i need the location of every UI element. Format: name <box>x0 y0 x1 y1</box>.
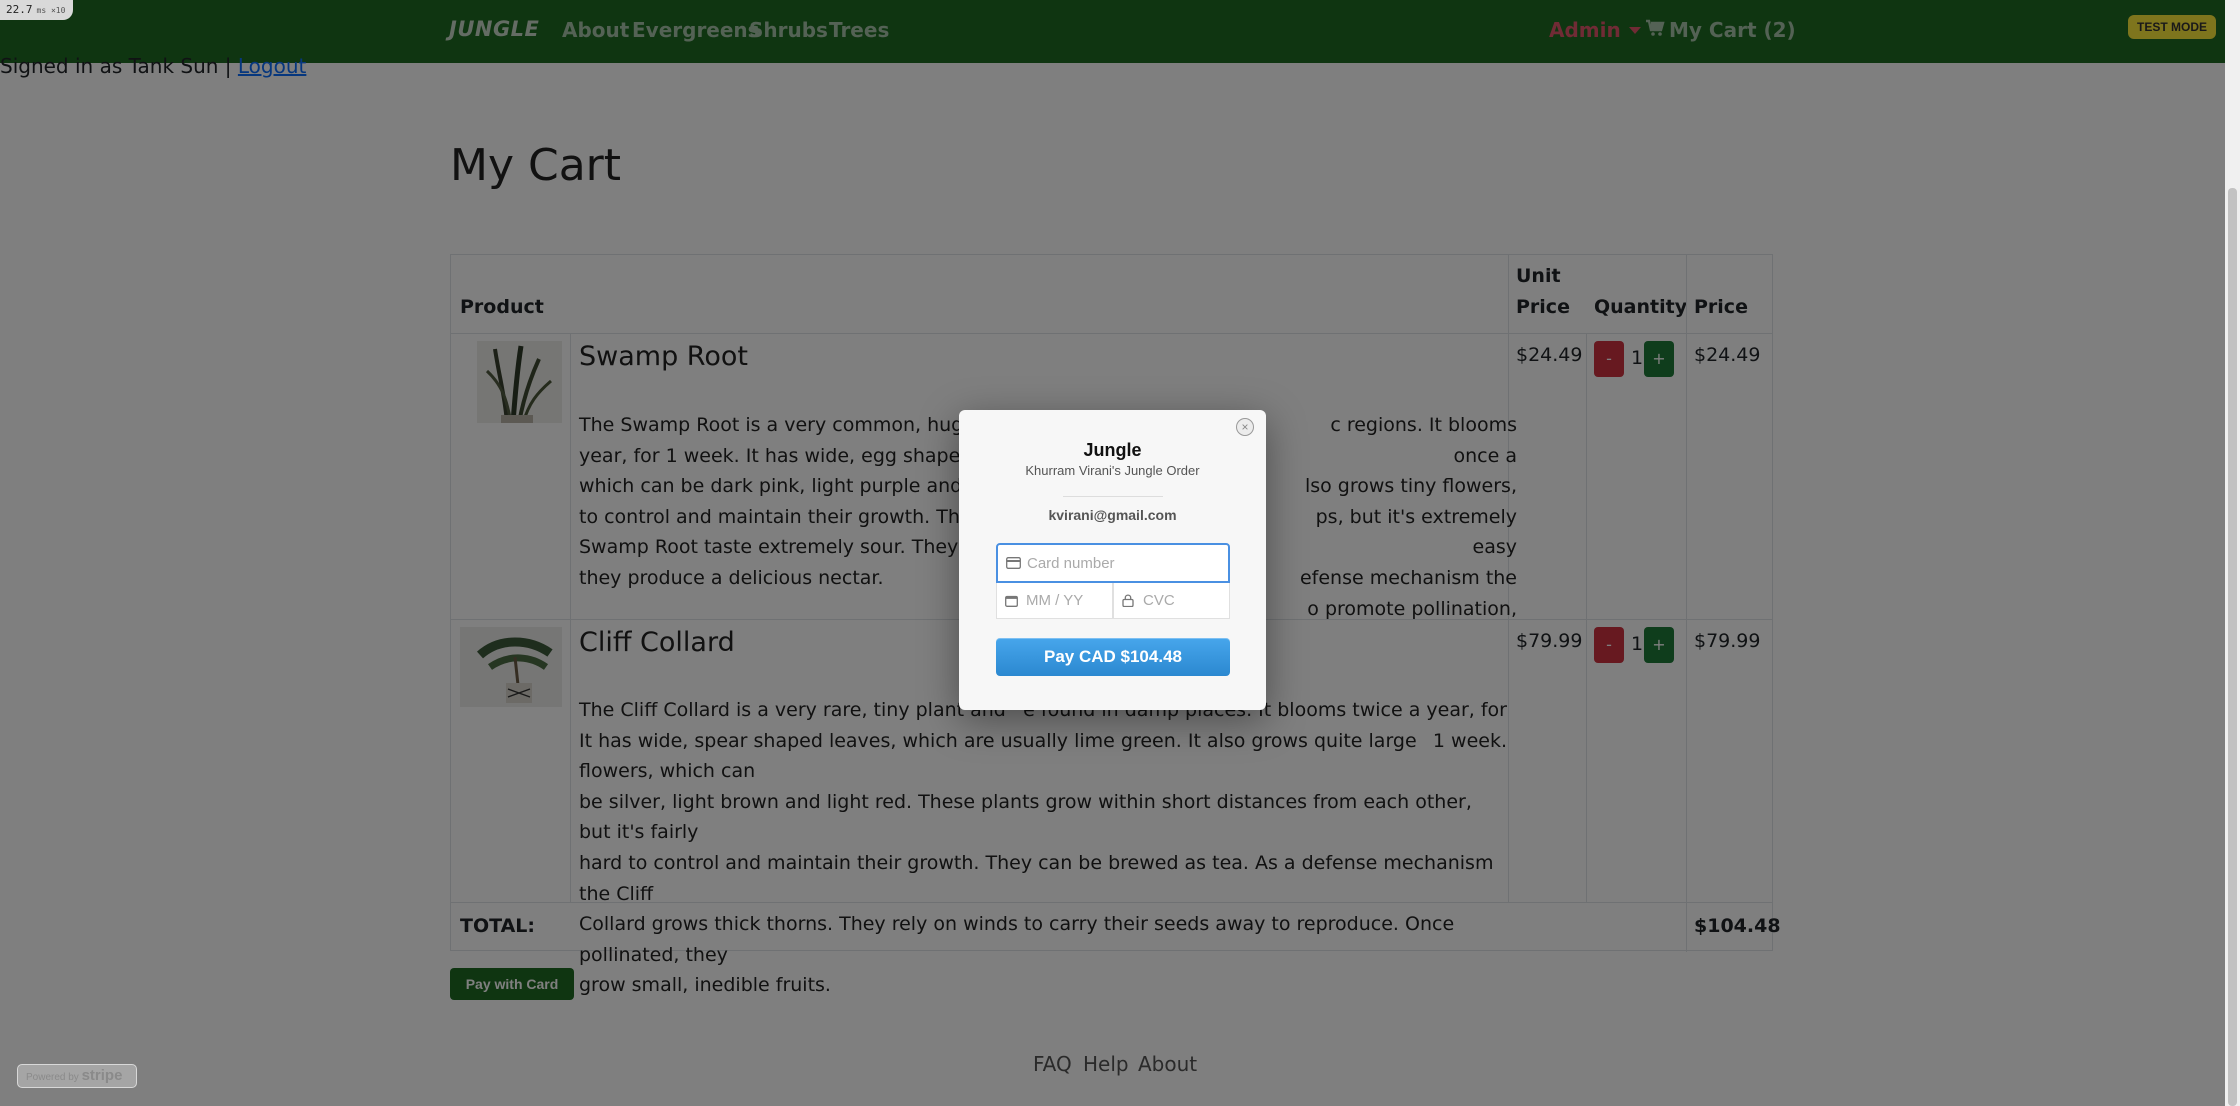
customer-email: kvirani@gmail.com <box>1048 507 1177 523</box>
card-number-field[interactable] <box>996 543 1230 583</box>
calendar-icon <box>1005 594 1018 611</box>
stripe-wordmark: stripe <box>81 1067 123 1084</box>
powered-by-stripe[interactable]: Powered by stripe <box>17 1064 137 1088</box>
divider <box>1063 496 1163 497</box>
powered-prefix: Powered by <box>26 1072 79 1083</box>
card-number-input[interactable] <box>1027 545 1188 581</box>
perf-counter: 22.7 ms ×10 <box>0 0 74 20</box>
cvc-field[interactable] <box>1113 583 1230 619</box>
modal-title: Jungle <box>1083 440 1142 460</box>
lock-icon <box>1122 594 1134 611</box>
expiry-field[interactable] <box>996 583 1113 619</box>
pay-button[interactable]: Pay CAD $104.48 <box>996 638 1230 676</box>
cvc-input[interactable] <box>1143 583 1224 618</box>
checkout-modal: × Jungle Khurram Virani's Jungle Order k… <box>959 410 1266 710</box>
perf-value: 22.7 <box>6 3 33 16</box>
scrollbar-thumb[interactable] <box>2228 188 2237 1106</box>
perf-unit: ms ×10 <box>36 6 66 15</box>
expiry-input[interactable] <box>1026 583 1107 618</box>
modal-subtitle: Khurram Virani's Jungle Order <box>1025 463 1200 478</box>
credit-card-icon <box>1006 556 1021 573</box>
close-icon[interactable]: × <box>1236 418 1254 436</box>
